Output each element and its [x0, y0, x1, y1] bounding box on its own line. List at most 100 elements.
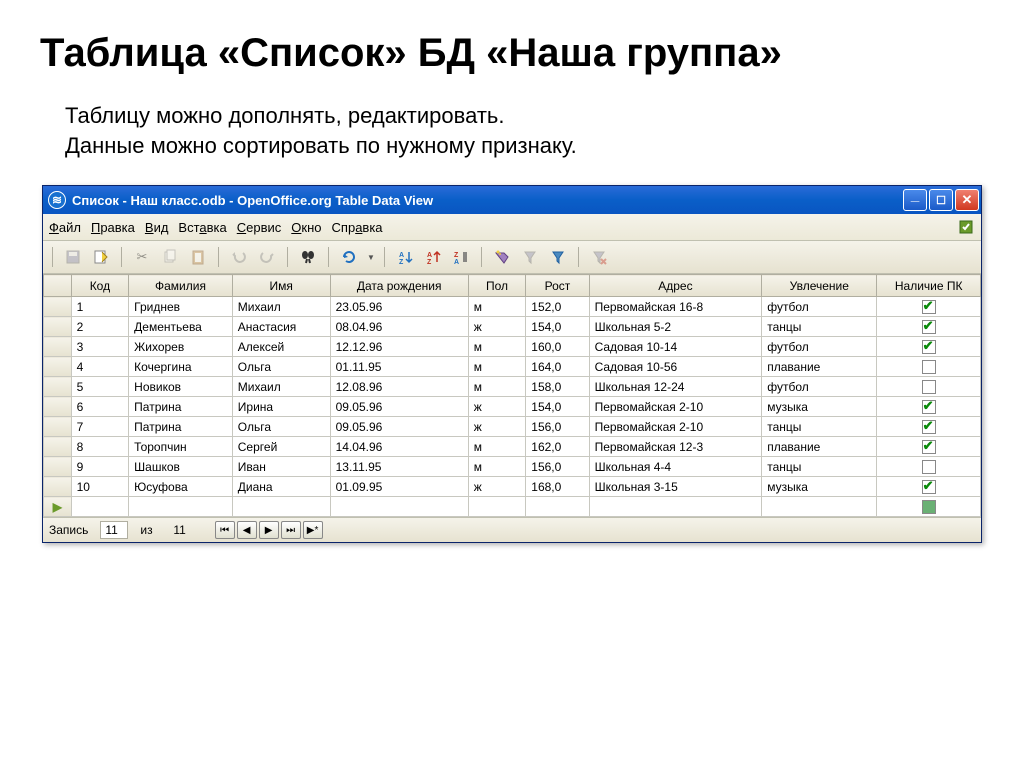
cell-height[interactable]: 154,0: [526, 397, 589, 417]
cell-hobby[interactable]: танцы: [762, 317, 877, 337]
close-button[interactable]: ✕: [955, 189, 979, 211]
cell-dob[interactable]: 08.04.96: [330, 317, 468, 337]
cell-id[interactable]: 7: [71, 417, 129, 437]
cell-id[interactable]: 3: [71, 337, 129, 357]
row-selector[interactable]: [44, 297, 72, 317]
cell-haspc[interactable]: [877, 317, 981, 337]
cell-lastname[interactable]: Дементьева: [129, 317, 233, 337]
cell-hobby[interactable]: плавание: [762, 437, 877, 457]
row-selector[interactable]: [44, 477, 72, 497]
cell-height[interactable]: 160,0: [526, 337, 589, 357]
cell-height[interactable]: 156,0: [526, 457, 589, 477]
cell-haspc[interactable]: [877, 297, 981, 317]
checkbox-icon[interactable]: [922, 380, 936, 394]
autofilter-icon[interactable]: [491, 246, 513, 268]
cell-haspc[interactable]: [877, 477, 981, 497]
cell-id[interactable]: 5: [71, 377, 129, 397]
cut-icon[interactable]: ✂: [131, 246, 153, 268]
checkbox-icon[interactable]: [922, 500, 936, 514]
row-selector[interactable]: [44, 317, 72, 337]
cell-address[interactable]: Первомайская 16-8: [589, 297, 762, 317]
cell-sex[interactable]: м: [468, 297, 526, 317]
undo-icon[interactable]: [228, 246, 250, 268]
cell-firstname[interactable]: Иван: [232, 457, 330, 477]
cell-hobby[interactable]: музыка: [762, 477, 877, 497]
cell-lastname[interactable]: [129, 497, 233, 517]
cell-address[interactable]: Школьная 4-4: [589, 457, 762, 477]
cell-dob[interactable]: 12.08.96: [330, 377, 468, 397]
cell-firstname[interactable]: Ольга: [232, 417, 330, 437]
cell-sex[interactable]: м: [468, 457, 526, 477]
table-row[interactable]: 4КочергинаОльга01.11.95м164,0Садовая 10-…: [44, 357, 981, 377]
cell-lastname[interactable]: Жихорев: [129, 337, 233, 357]
cell-id[interactable]: 10: [71, 477, 129, 497]
cell-lastname[interactable]: Юсуфова: [129, 477, 233, 497]
cell-hobby[interactable]: плавание: [762, 357, 877, 377]
cell-height[interactable]: 162,0: [526, 437, 589, 457]
cell-address[interactable]: Школьная 12-24: [589, 377, 762, 397]
row-selector[interactable]: [44, 457, 72, 477]
insert-row[interactable]: ▶: [44, 497, 981, 517]
cell-address[interactable]: Садовая 10-56: [589, 357, 762, 377]
cell-firstname[interactable]: [232, 497, 330, 517]
edit-icon[interactable]: [90, 246, 112, 268]
find-icon[interactable]: [297, 246, 319, 268]
cell-sex[interactable]: [468, 497, 526, 517]
checkbox-icon[interactable]: [922, 400, 936, 414]
cell-id[interactable]: 9: [71, 457, 129, 477]
table-row[interactable]: 9ШашковИван13.11.95м156,0Школьная 4-4тан…: [44, 457, 981, 477]
cell-height[interactable]: 158,0: [526, 377, 589, 397]
cell-dob[interactable]: 01.11.95: [330, 357, 468, 377]
refresh-icon[interactable]: [338, 246, 360, 268]
cell-hobby[interactable]: футбол: [762, 377, 877, 397]
col-hobby[interactable]: Увлечение: [762, 275, 877, 297]
cell-sex[interactable]: м: [468, 377, 526, 397]
cell-sex[interactable]: м: [468, 437, 526, 457]
cell-dob[interactable]: 01.09.95: [330, 477, 468, 497]
cell-sex[interactable]: м: [468, 357, 526, 377]
menu-file[interactable]: Файл: [49, 220, 81, 235]
apply-filter-icon[interactable]: [519, 246, 541, 268]
col-firstname[interactable]: Имя: [232, 275, 330, 297]
table-row[interactable]: 10ЮсуфоваДиана01.09.95ж168,0Школьная 3-1…: [44, 477, 981, 497]
standard-filter-icon[interactable]: [547, 246, 569, 268]
cell-haspc[interactable]: [877, 497, 981, 517]
cell-hobby[interactable]: танцы: [762, 417, 877, 437]
cell-sex[interactable]: ж: [468, 477, 526, 497]
menu-edit[interactable]: Правка: [91, 220, 135, 235]
nav-new-button[interactable]: ▶*: [303, 521, 323, 539]
nav-prev-button[interactable]: ◀: [237, 521, 257, 539]
table-row[interactable]: 2ДементьеваАнастасия08.04.96ж154,0Школьн…: [44, 317, 981, 337]
cell-hobby[interactable]: футбол: [762, 337, 877, 357]
row-selector[interactable]: [44, 397, 72, 417]
col-height[interactable]: Рост: [526, 275, 589, 297]
cell-address[interactable]: [589, 497, 762, 517]
cell-firstname[interactable]: Михаил: [232, 297, 330, 317]
cell-dob[interactable]: 14.04.96: [330, 437, 468, 457]
sort-asc-icon[interactable]: AZ: [394, 246, 416, 268]
cell-address[interactable]: Школьная 5-2: [589, 317, 762, 337]
cell-firstname[interactable]: Михаил: [232, 377, 330, 397]
insert-marker[interactable]: ▶: [44, 497, 72, 517]
cell-dob[interactable]: 09.05.96: [330, 417, 468, 437]
col-id[interactable]: Код: [71, 275, 129, 297]
cell-sex[interactable]: ж: [468, 397, 526, 417]
cell-lastname[interactable]: Кочергина: [129, 357, 233, 377]
cell-dob[interactable]: 12.12.96: [330, 337, 468, 357]
cell-lastname[interactable]: Новиков: [129, 377, 233, 397]
menu-insert[interactable]: Вставка: [178, 220, 226, 235]
cell-height[interactable]: 156,0: [526, 417, 589, 437]
title-bar[interactable]: ≋ Список - Наш класс.odb - OpenOffice.or…: [43, 186, 981, 214]
sort-custom-icon[interactable]: ZA: [450, 246, 472, 268]
cell-address[interactable]: Садовая 10-14: [589, 337, 762, 357]
checkbox-icon[interactable]: [922, 360, 936, 374]
row-selector[interactable]: [44, 337, 72, 357]
table-row[interactable]: 5НовиковМихаил12.08.96м158,0Школьная 12-…: [44, 377, 981, 397]
cell-dob[interactable]: 23.05.96: [330, 297, 468, 317]
current-record[interactable]: 11: [100, 521, 128, 539]
cell-hobby[interactable]: футбол: [762, 297, 877, 317]
cell-haspc[interactable]: [877, 337, 981, 357]
col-sex[interactable]: Пол: [468, 275, 526, 297]
checkbox-icon[interactable]: [922, 480, 936, 494]
checkbox-icon[interactable]: [922, 300, 936, 314]
